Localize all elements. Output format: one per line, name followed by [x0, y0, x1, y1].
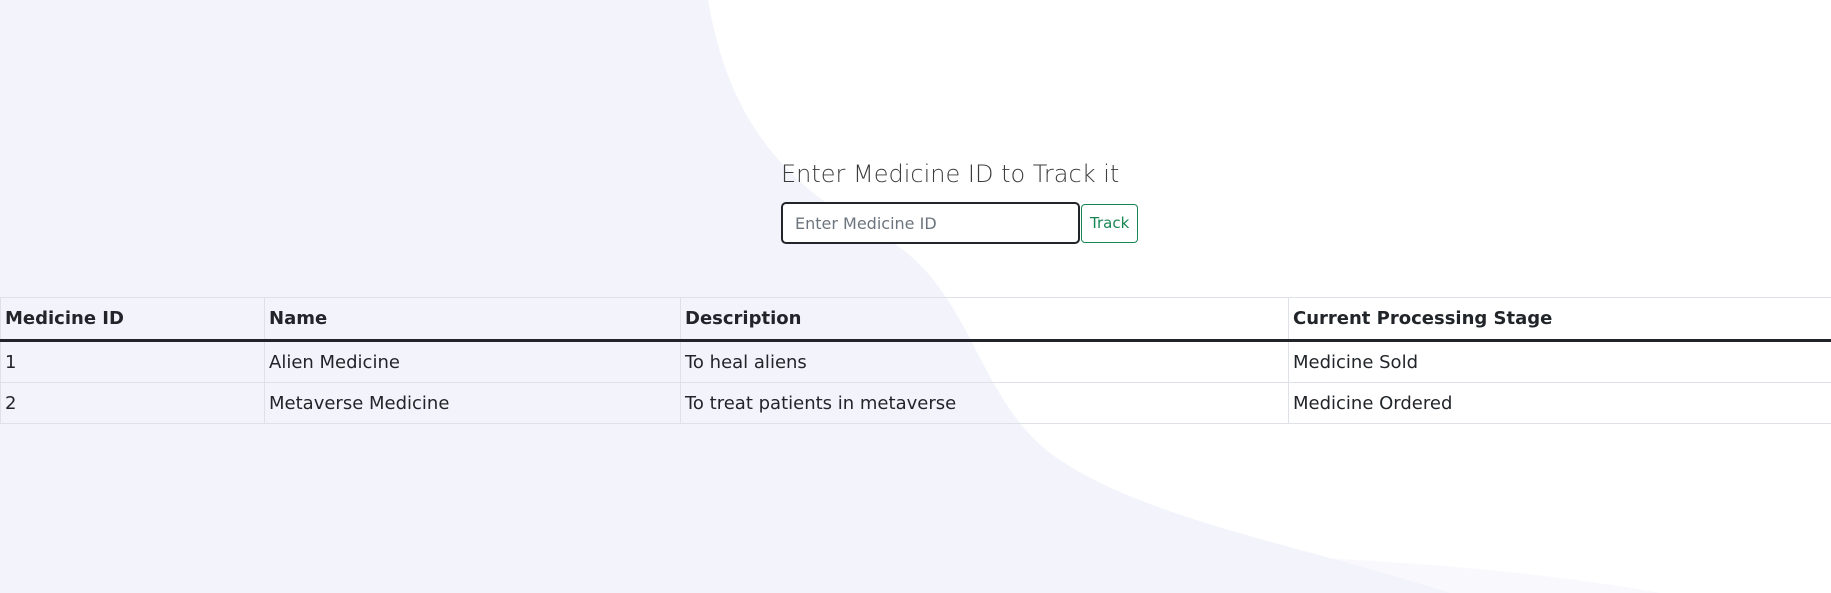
cell-name: Metaverse Medicine [264, 382, 681, 424]
column-header-name: Name [264, 297, 681, 342]
table-header-row: Medicine ID Name Description Current Pro… [0, 297, 1831, 342]
track-form: Track [781, 202, 1139, 244]
medicine-id-input[interactable] [781, 202, 1080, 244]
column-header-medicine-id: Medicine ID [0, 297, 265, 342]
medicine-table: Medicine ID Name Description Current Pro… [0, 297, 1831, 424]
column-header-description: Description [680, 297, 1289, 342]
cell-processing-stage: Medicine Sold [1288, 340, 1831, 383]
cell-description: To treat patients in metaverse [680, 382, 1289, 424]
table-row: 2 Metaverse Medicine To treat patients i… [0, 382, 1831, 424]
column-header-processing-stage: Current Processing Stage [1288, 297, 1831, 342]
cell-medicine-id: 1 [0, 340, 265, 383]
cell-description: To heal aliens [680, 340, 1289, 383]
track-button[interactable]: Track [1081, 203, 1139, 243]
cell-processing-stage: Medicine Ordered [1288, 382, 1831, 424]
cell-medicine-id: 2 [0, 382, 265, 424]
cell-name: Alien Medicine [264, 340, 681, 383]
table-row: 1 Alien Medicine To heal aliens Medicine… [0, 340, 1831, 383]
track-section: Enter Medicine ID to Track it Track [781, 156, 1139, 244]
track-heading: Enter Medicine ID to Track it [781, 160, 1120, 188]
